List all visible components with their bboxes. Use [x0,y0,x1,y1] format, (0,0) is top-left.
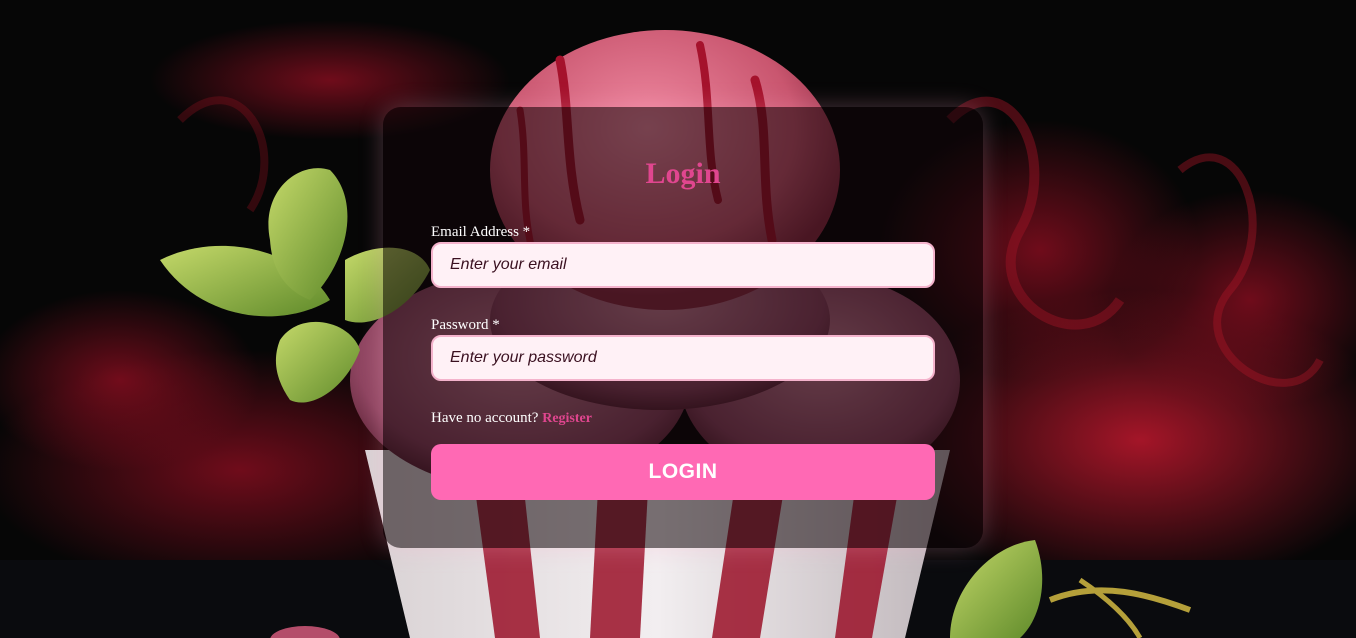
login-title: Login [645,157,721,190]
password-required-mark: * [492,317,500,333]
email-input[interactable] [431,242,935,288]
password-label-text: Password [431,317,489,333]
password-input[interactable] [431,335,935,381]
email-required-mark: * [522,224,531,240]
login-card: Login Email Address * Password * Have no… [383,107,983,548]
signup-prompt-row: Have no account? Register [431,410,592,427]
email-label-text: Email Address [431,224,519,240]
password-label: Password * [431,317,500,334]
signup-prompt-text: Have no account? [431,410,539,426]
login-button[interactable]: LOGIN [431,444,935,500]
register-link[interactable]: Register [542,411,592,426]
email-label: Email Address * [431,224,530,241]
